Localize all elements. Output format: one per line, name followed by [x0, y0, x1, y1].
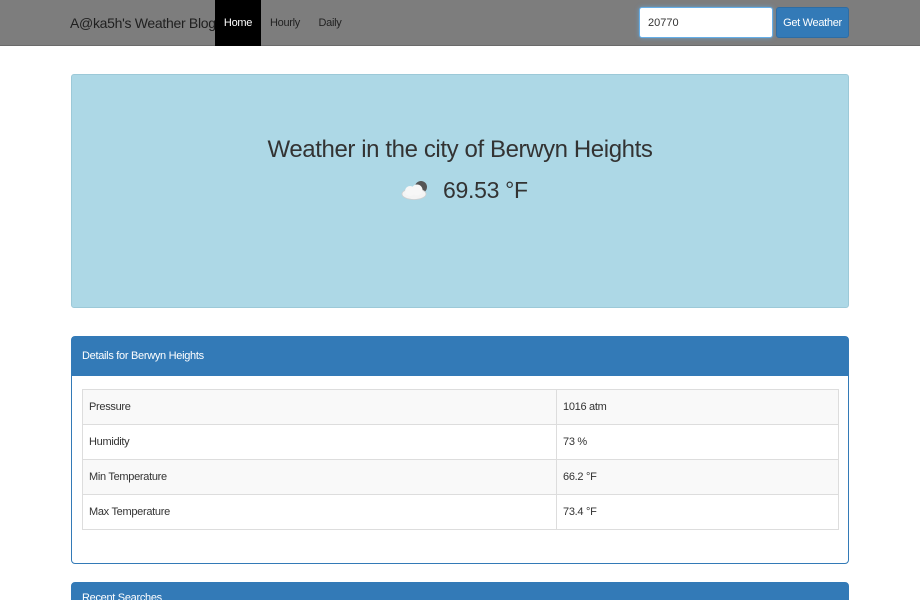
table-row: Min Temperature 66.2 °F	[82, 459, 839, 495]
brand-title[interactable]: A@ka5h's Weather Blog	[70, 0, 216, 46]
hero-title: Weather in the city of Berwyn Heights	[267, 136, 653, 163]
detail-label: Min Temperature	[82, 459, 557, 495]
details-table: Pressure 1016 atm Humidity 73 % Min Temperat…	[82, 389, 839, 530]
recent-searches-heading: Recent Searches	[82, 592, 162, 600]
hero-temperature-row: 69.53 °F	[399, 174, 528, 206]
table-row: Humidity 73 %	[82, 424, 839, 460]
detail-label: Pressure	[82, 389, 557, 425]
detail-value: 1016 atm	[556, 389, 839, 425]
recent-searches-panel: Recent Searches	[71, 582, 849, 600]
zip-search-input[interactable]	[639, 7, 773, 38]
partly-cloudy-icon	[401, 181, 427, 200]
detail-label: Humidity	[82, 424, 557, 460]
detail-label: Max Temperature	[82, 494, 557, 530]
nav-hourly[interactable]: Hourly	[264, 0, 306, 46]
nav-daily[interactable]: Daily	[312, 0, 348, 46]
table-row: Pressure 1016 atm	[82, 389, 839, 425]
hero-temperature: 69.53 °F	[443, 176, 528, 203]
nav-home[interactable]: Home	[215, 0, 261, 46]
detail-value: 73.4 °F	[556, 494, 839, 530]
detail-value: 66.2 °F	[556, 459, 839, 495]
get-weather-button[interactable]: Get Weather	[776, 7, 849, 38]
detail-value: 73 %	[556, 424, 839, 460]
details-panel-heading: Details for Berwyn Heights	[72, 337, 848, 376]
navbar: A@ka5h's Weather Blog Home Hourly Daily …	[0, 0, 920, 46]
details-panel: Details for Berwyn Heights Pressure 1016 …	[71, 336, 849, 564]
table-row: Max Temperature 73.4 °F	[82, 494, 839, 530]
